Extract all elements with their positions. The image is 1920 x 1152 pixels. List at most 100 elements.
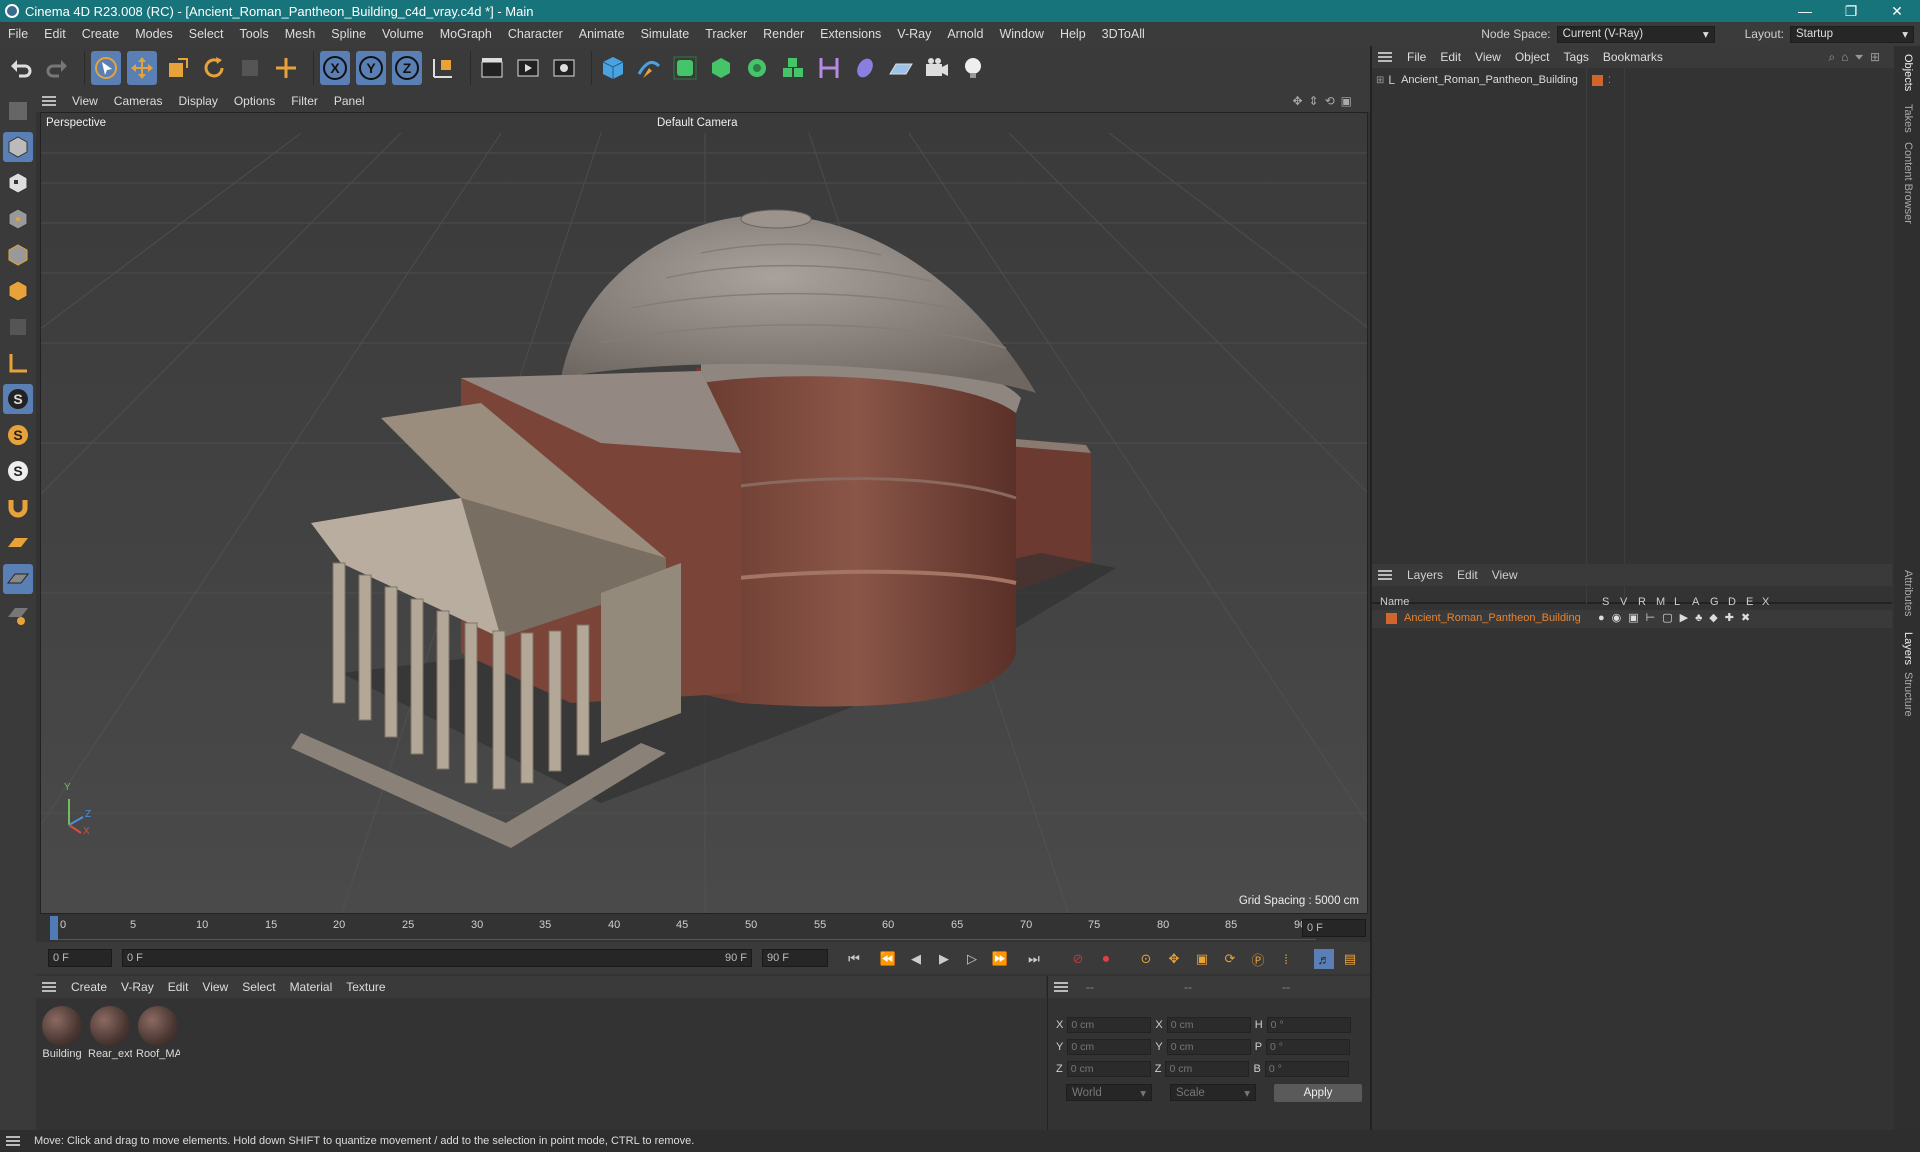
menu-spline[interactable]: Spline (323, 27, 374, 41)
restore-button[interactable]: ❐ (1828, 0, 1874, 22)
material-menu-material[interactable]: Material (283, 980, 340, 994)
node-space-dropdown[interactable]: Current (V-Ray) ▾ (1556, 25, 1715, 43)
pen-spline-button[interactable] (634, 51, 664, 85)
redo-button[interactable] (42, 51, 72, 85)
rotation-p-field[interactable]: 0 ° (1266, 1039, 1351, 1055)
coordinate-space-dropdown[interactable]: World ▾ (1066, 1084, 1152, 1101)
keyframe-selection-icon[interactable]: ⊙ (1136, 949, 1156, 969)
previous-key-icon[interactable]: ⏪ (878, 949, 898, 969)
menu-help[interactable]: Help (1052, 27, 1094, 41)
layer-color-swatch[interactable] (1592, 74, 1603, 86)
object-name[interactable]: Ancient_Roman_Pantheon_Building (1401, 74, 1578, 86)
x-axis-button[interactable]: X (320, 51, 350, 85)
size-x-field[interactable]: 0 cm (1166, 1017, 1251, 1033)
material-menu-create[interactable]: Create (64, 980, 114, 994)
grid-plane-button[interactable] (3, 564, 33, 594)
objects-menu-tags[interactable]: Tags (1557, 50, 1596, 64)
hamburger-icon[interactable] (42, 982, 56, 992)
position-z-field[interactable]: 0 cm (1066, 1061, 1151, 1077)
viewport-menu-view[interactable]: View (64, 94, 106, 108)
menu-character[interactable]: Character (500, 27, 571, 41)
subdivision-button[interactable] (670, 51, 700, 85)
viewport-menu-display[interactable]: Display (170, 94, 225, 108)
material-menu-select[interactable]: Select (235, 980, 282, 994)
workplane-button[interactable] (3, 528, 33, 558)
go-to-start-icon[interactable]: ⏮ (844, 949, 864, 969)
snap-button[interactable]: S (3, 384, 33, 414)
material-swatch[interactable]: Building (40, 1006, 84, 1060)
object-manager-tool-icons[interactable]: ⌕⌂⏷⊞ (1828, 50, 1886, 65)
end-frame-field[interactable]: 90 F (762, 949, 828, 967)
cube-primitive-button[interactable] (598, 51, 628, 85)
deformer-button[interactable] (814, 51, 844, 85)
viewport-menu-panel[interactable]: Panel (326, 94, 373, 108)
menu-file[interactable]: File (0, 27, 36, 41)
coordinate-system-button[interactable] (428, 51, 458, 85)
menu-animate[interactable]: Animate (571, 27, 633, 41)
floor-button[interactable] (886, 51, 916, 85)
rotation-h-field[interactable]: 0 ° (1266, 1017, 1351, 1033)
axis-mode-button[interactable] (3, 348, 33, 378)
menu-mesh[interactable]: Mesh (277, 27, 324, 41)
material-menu-texture[interactable]: Texture (339, 980, 392, 994)
menu-extensions[interactable]: Extensions (812, 27, 889, 41)
menu-create[interactable]: Create (74, 27, 128, 41)
locked-workplane-button[interactable] (3, 600, 33, 630)
material-swatch[interactable]: Roof_MA (136, 1006, 180, 1060)
layer-color-swatch[interactable] (1386, 613, 1397, 624)
rotation-b-field[interactable]: 0 ° (1264, 1061, 1349, 1077)
model-mode-button[interactable] (3, 132, 33, 162)
texture-mode-button[interactable] (3, 168, 33, 198)
expand-icon[interactable]: ⊞ (1376, 75, 1384, 86)
close-button[interactable]: ✕ (1874, 0, 1920, 22)
viewport-menu-options[interactable]: Options (226, 94, 283, 108)
size-z-field[interactable]: 0 cm (1165, 1061, 1250, 1077)
key-rotation-icon[interactable]: ⟳ (1220, 949, 1240, 969)
viewport-nav-icons[interactable]: ✥⇕⟲▣ (1292, 94, 1358, 108)
menu-simulate[interactable]: Simulate (633, 27, 698, 41)
position-x-field[interactable]: 0 cm (1067, 1017, 1152, 1033)
scale-tool-button[interactable] (163, 51, 193, 85)
render-view-button[interactable] (477, 51, 507, 85)
preview-range-slider[interactable]: 0 F 90 F (122, 949, 752, 967)
point-mode-button[interactable] (3, 204, 33, 234)
rotate-tool-button[interactable] (199, 51, 229, 85)
menu-tracker[interactable]: Tracker (697, 27, 755, 41)
z-axis-button[interactable]: Z (392, 51, 422, 85)
hamburger-icon[interactable] (1378, 52, 1392, 62)
layers-menu-edit[interactable]: Edit (1450, 568, 1485, 582)
layer-flag-icons[interactable]: ●◉▣⊢▢▶♣◆✚✖ (1598, 611, 1757, 624)
hamburger-icon[interactable] (1378, 570, 1392, 580)
previous-frame-icon[interactable]: ◀ (906, 949, 926, 969)
extrude-button[interactable] (706, 51, 736, 85)
autokey-icon[interactable]: ⏺ (1096, 949, 1116, 969)
visibility-dots-icon[interactable]: ⁚ (1608, 75, 1611, 86)
3d-viewport[interactable]: Y Z X Perspective Default Camera Grid Sp… (40, 112, 1368, 914)
objects-menu-file[interactable]: File (1400, 50, 1433, 64)
viewport-camera-label[interactable]: Default Camera (657, 117, 738, 129)
recent-tool-button[interactable] (235, 51, 265, 85)
tab-attributes[interactable]: Attributes (1902, 570, 1914, 616)
objects-menu-bookmarks[interactable]: Bookmarks (1596, 50, 1670, 64)
menu-volume[interactable]: Volume (374, 27, 432, 41)
current-frame-field[interactable]: 0 F (1302, 919, 1366, 937)
play-icon[interactable]: ▶ (934, 949, 954, 969)
y-axis-button[interactable]: Y (356, 51, 386, 85)
light-button[interactable] (958, 51, 988, 85)
menu-arnold[interactable]: Arnold (939, 27, 991, 41)
material-menu-edit[interactable]: Edit (161, 980, 196, 994)
tab-structure[interactable]: Structure (1902, 672, 1914, 717)
position-y-field[interactable]: 0 cm (1067, 1039, 1152, 1055)
undo-button[interactable] (6, 51, 36, 85)
menu-vray[interactable]: V-Ray (889, 27, 939, 41)
start-frame-field[interactable]: 0 F (48, 949, 112, 967)
field-button[interactable] (850, 51, 880, 85)
playhead[interactable] (50, 916, 58, 940)
go-to-end-icon[interactable]: ⏭ (1024, 949, 1044, 969)
layers-menu-view[interactable]: View (1485, 568, 1525, 582)
layers-menu-layers[interactable]: Layers (1400, 568, 1450, 582)
polygon-mode-button[interactable] (3, 276, 33, 306)
camera-button[interactable] (922, 51, 952, 85)
layer-name[interactable]: Ancient_Roman_Pantheon_Building (1404, 612, 1581, 624)
hamburger-icon[interactable] (1054, 982, 1068, 992)
